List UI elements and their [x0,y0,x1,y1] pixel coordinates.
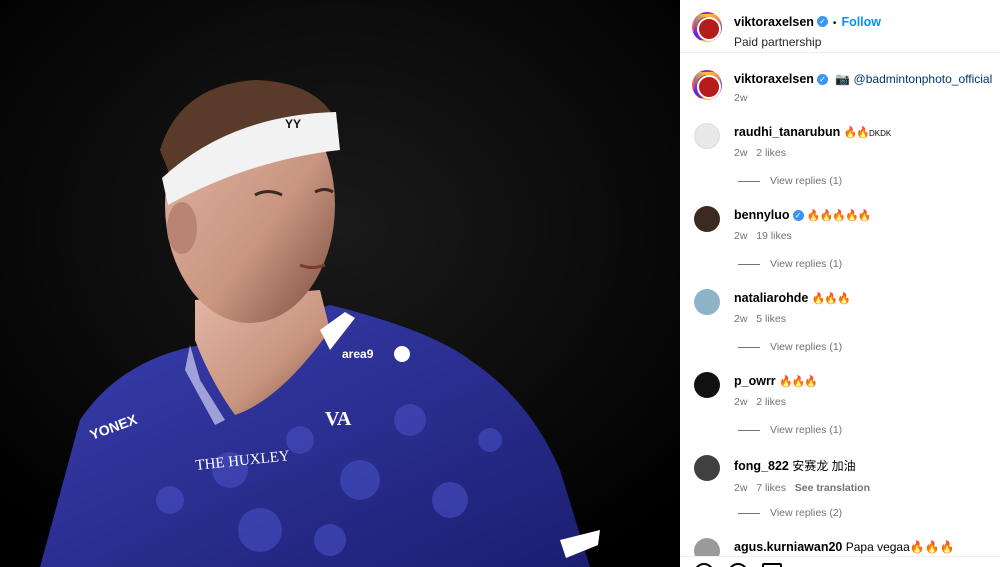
verified-icon: ✓ [816,74,828,86]
shirt-logo-va: VA [325,408,352,430]
comment-likes[interactable]: 7 likes [756,482,786,494]
comment-text: 🔥🔥 [843,127,870,139]
heart-icon[interactable] [694,563,714,567]
commenter-avatar[interactable] [694,206,720,232]
verified-icon: ✓ [816,16,828,28]
comment-likes[interactable]: 2 likes [756,396,786,408]
shirt-sponsor-area9: area9 [342,347,374,361]
view-replies[interactable]: View replies (2) [738,507,842,519]
comment-time[interactable]: 2w [734,147,747,159]
commenter-avatar[interactable] [694,123,720,149]
caption-username[interactable]: viktoraxelsen [734,72,814,86]
comment-icon[interactable] [728,563,748,567]
headband-logo: YY [285,117,301,131]
commenter-avatar[interactable] [694,289,720,315]
paid-partnership-label[interactable]: Paid partnership [734,35,881,49]
action-bar [680,556,1000,567]
post-photo[interactable]: YY area9 VA THE HUXLEY YONEX [0,0,680,567]
comment-username[interactable]: agus.kurniawan20 [734,540,842,554]
post-header: viktoraxelsen ✓ • Follow Paid partnership [680,0,1000,53]
follow-button[interactable]: Follow [841,15,881,29]
caption-time[interactable]: 2w [734,92,992,104]
comment-time[interactable]: 2w [734,482,747,494]
verified-icon: ✓ [792,210,804,222]
comment-time[interactable]: 2w [734,313,747,325]
caption-text[interactable]: 📷 @badmintonphoto_official [835,72,992,86]
author-avatar[interactable] [692,12,722,42]
comment-likes[interactable]: 5 likes [756,313,786,325]
see-translation[interactable]: See translation [795,482,870,494]
comment-text: 🔥🔥🔥🔥🔥 [806,210,871,222]
view-replies[interactable]: View replies (1) [738,424,842,436]
comment-username[interactable]: fong_822 [734,459,789,473]
comment-text: 🔥🔥🔥 [779,376,818,388]
comment-time[interactable]: 2w [734,230,747,242]
comment-text: 🔥🔥🔥 [811,293,851,305]
view-replies[interactable]: View replies (1) [738,341,842,353]
comment-username[interactable]: p_owrr [734,374,776,388]
comment-username[interactable]: nataliarohde [734,291,808,305]
comment-likes[interactable]: 19 likes [756,230,792,242]
comment-username[interactable]: raudhi_tanarubun [734,125,840,139]
commenter-avatar[interactable] [694,455,720,481]
separator-dot: • [832,18,837,29]
comment-likes[interactable]: 2 likes [756,147,786,159]
view-replies[interactable]: View replies (1) [738,175,842,187]
comment-username[interactable]: bennyluo [734,208,790,222]
comments-panel: viktoraxelsen ✓ • Follow Paid partnership v… [680,0,1000,567]
athlete-photo: YY area9 VA THE HUXLEY YONEX [0,0,680,567]
comment-text: Papa vegaa🔥🔥🔥 [845,540,955,554]
commenter-avatar[interactable] [694,372,720,398]
share-icon[interactable] [762,563,782,567]
comment-text-suffix: DKDK [869,129,892,138]
caption-avatar[interactable] [692,70,722,100]
comment-text: 安赛龙 加油 [792,459,856,473]
author-username[interactable]: viktoraxelsen [734,15,814,29]
view-replies[interactable]: View replies (1) [738,258,842,270]
comment-time[interactable]: 2w [734,396,747,408]
